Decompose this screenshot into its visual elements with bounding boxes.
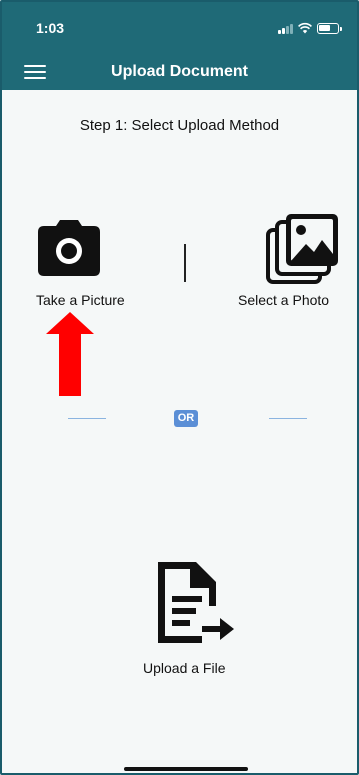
select-photo-label[interactable]: Select a Photo bbox=[238, 292, 329, 308]
step-title: Step 1: Select Upload Method bbox=[79, 117, 280, 134]
or-separator: OR bbox=[174, 410, 198, 427]
take-picture-label[interactable]: Take a Picture bbox=[36, 292, 125, 308]
status-time: 1:03 bbox=[36, 20, 65, 36]
upload-file-label[interactable]: Upload a File bbox=[143, 660, 226, 676]
wifi-icon bbox=[298, 22, 312, 34]
red-up-arrow-icon bbox=[46, 312, 94, 396]
file-upload-icon[interactable] bbox=[152, 562, 236, 646]
status-icons bbox=[278, 22, 342, 34]
or-line-right bbox=[269, 418, 307, 419]
vertical-divider bbox=[184, 244, 186, 282]
or-line-left bbox=[68, 418, 106, 419]
nav-bar: Upload Document bbox=[2, 54, 357, 90]
home-indicator[interactable] bbox=[124, 767, 248, 771]
status-bar: 1:03 bbox=[2, 2, 357, 54]
page-title: Upload Document bbox=[111, 63, 248, 80]
signal-icon bbox=[278, 24, 293, 34]
photo-gallery-icon[interactable] bbox=[266, 214, 340, 286]
battery-icon bbox=[317, 23, 342, 34]
camera-icon[interactable] bbox=[38, 220, 100, 276]
phone-screen: 1:03 Upload Document Step 1: Select Uplo… bbox=[0, 0, 359, 775]
